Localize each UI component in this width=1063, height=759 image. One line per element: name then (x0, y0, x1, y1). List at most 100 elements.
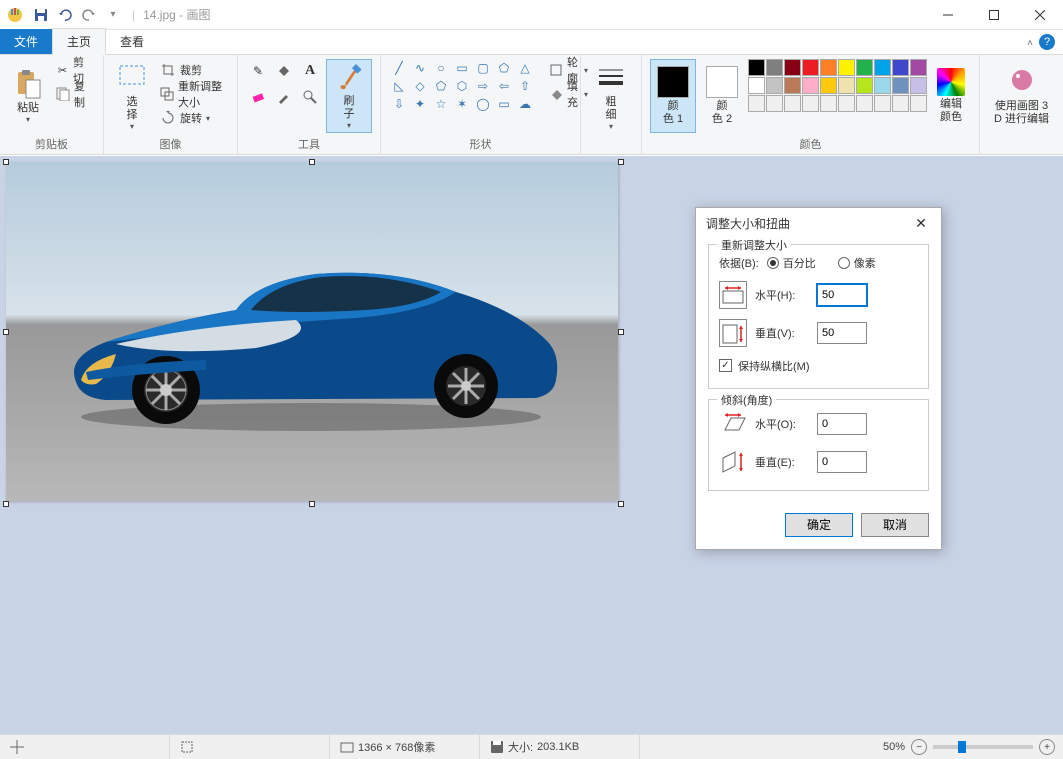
color-swatch[interactable] (874, 59, 891, 76)
resize-handle-e[interactable] (618, 329, 624, 335)
eraser-tool[interactable] (246, 85, 270, 109)
color-swatch[interactable] (784, 59, 801, 76)
zoom-thumb[interactable] (958, 741, 966, 753)
size-button[interactable]: 粗 细▾ (589, 59, 633, 133)
shape-roundrect[interactable]: ▢ (473, 59, 493, 76)
brush-button[interactable]: 刷 子▾ (326, 59, 372, 133)
color-swatch[interactable] (784, 95, 801, 112)
paint3d-button[interactable]: 使用画图 3 D 进行编辑 (988, 59, 1055, 133)
color-swatch[interactable] (820, 59, 837, 76)
color-swatch[interactable] (856, 77, 873, 94)
color-swatch[interactable] (748, 59, 765, 76)
color-swatch[interactable] (820, 77, 837, 94)
resize-button[interactable]: 重新调整大小 (156, 83, 229, 105)
save-icon[interactable] (30, 4, 52, 26)
rotate-button[interactable]: 旋转 ▾ (156, 107, 229, 129)
resize-handle-ne[interactable] (618, 159, 624, 165)
fill-tool[interactable] (272, 59, 296, 83)
canvas[interactable] (6, 162, 618, 501)
skew-vertical-input[interactable] (817, 451, 867, 473)
qat-customize-icon[interactable]: ▾ (102, 4, 124, 26)
tab-home[interactable]: 主页 (52, 28, 106, 55)
shape-6star[interactable]: ✶ (452, 95, 472, 112)
color-swatch[interactable] (766, 77, 783, 94)
color-swatch[interactable] (802, 59, 819, 76)
ok-button[interactable]: 确定 (785, 513, 853, 537)
color-swatch[interactable] (892, 95, 909, 112)
dialog-close-button[interactable]: ✕ (911, 213, 931, 233)
zoom-tool[interactable] (298, 85, 322, 109)
color-swatch[interactable] (802, 77, 819, 94)
shape-uarrow[interactable]: ⇧ (515, 77, 535, 94)
shape-rarrow[interactable]: ⇨ (473, 77, 493, 94)
color-swatch[interactable] (838, 59, 855, 76)
shape-callout-rect[interactable]: ▭ (494, 95, 514, 112)
pencil-tool[interactable]: ✎ (246, 59, 270, 83)
resize-handle-sw[interactable] (3, 501, 9, 507)
paste-button[interactable]: 粘贴▾ (8, 59, 48, 133)
redo-icon[interactable] (78, 4, 100, 26)
shape-5star[interactable]: ☆ (431, 95, 451, 112)
vertical-input[interactable] (817, 322, 867, 344)
select-button[interactable]: 选 择▾ (112, 59, 152, 133)
color-swatch[interactable] (748, 77, 765, 94)
skew-horizontal-input[interactable] (817, 413, 867, 435)
shape-rect[interactable]: ▭ (452, 59, 472, 76)
resize-handle-w[interactable] (3, 329, 9, 335)
copy-button[interactable]: 复制 (52, 83, 95, 105)
zoom-out-button[interactable]: − (911, 739, 927, 755)
radio-percent[interactable]: 百分比 (767, 255, 816, 271)
dialog-titlebar[interactable]: 调整大小和扭曲 ✕ (696, 208, 941, 238)
help-icon[interactable]: ? (1039, 34, 1055, 50)
color-swatch[interactable] (910, 77, 927, 94)
color-swatch[interactable] (766, 59, 783, 76)
cancel-button[interactable]: 取消 (861, 513, 929, 537)
color-swatch[interactable] (784, 77, 801, 94)
tab-view[interactable]: 查看 (106, 29, 158, 54)
color-swatch[interactable] (766, 95, 783, 112)
shape-curve[interactable]: ∿ (410, 59, 430, 76)
shape-diamond[interactable]: ◇ (410, 77, 430, 94)
tab-file[interactable]: 文件 (0, 29, 52, 54)
collapse-ribbon-icon[interactable]: ˄ (1027, 38, 1033, 49)
color-swatch[interactable] (892, 59, 909, 76)
resize-handle-se[interactable] (618, 501, 624, 507)
shape-4star[interactable]: ✦ (410, 95, 430, 112)
picker-tool[interactable] (272, 85, 296, 109)
color1-button[interactable]: 颜 色 1 (650, 59, 696, 133)
color-swatch[interactable] (910, 95, 927, 112)
resize-handle-s[interactable] (309, 501, 315, 507)
edit-colors-button[interactable]: 编辑 颜色 (931, 59, 971, 133)
resize-handle-n[interactable] (309, 159, 315, 165)
shape-triangle[interactable]: △ (515, 59, 535, 76)
shape-darrow[interactable]: ⇩ (389, 95, 409, 112)
shape-hexagon[interactable]: ⬡ (452, 77, 472, 94)
color-swatch[interactable] (892, 77, 909, 94)
horizontal-input[interactable] (817, 284, 867, 306)
shape-callout-round[interactable]: ◯ (473, 95, 493, 112)
color-swatch[interactable] (874, 95, 891, 112)
color-swatch[interactable] (802, 95, 819, 112)
shape-callout-cloud[interactable]: ☁ (515, 95, 535, 112)
shapes-gallery[interactable]: ╱ ∿ ○ ▭ ▢ ⬠ △ ◺ ◇ ⬠ ⬡ ⇨ ⇦ ⇧ ⇩ ✦ ☆ ✶ ◯ ▭ (389, 59, 535, 112)
undo-icon[interactable] (54, 4, 76, 26)
color2-button[interactable]: 颜 色 2 (700, 59, 744, 133)
zoom-in-button[interactable]: + (1039, 739, 1055, 755)
color-swatch[interactable] (838, 95, 855, 112)
maximize-button[interactable] (971, 0, 1017, 30)
shape-polygon[interactable]: ⬠ (494, 59, 514, 76)
close-button[interactable] (1017, 0, 1063, 30)
shape-rtriangle[interactable]: ◺ (389, 77, 409, 94)
shape-larrow[interactable]: ⇦ (494, 77, 514, 94)
shape-line[interactable]: ╱ (389, 59, 409, 76)
resize-handle-nw[interactable] (3, 159, 9, 165)
shape-oval[interactable]: ○ (431, 59, 451, 76)
radio-pixels[interactable]: 像素 (838, 255, 876, 271)
minimize-button[interactable] (925, 0, 971, 30)
color-swatch[interactable] (748, 95, 765, 112)
color-swatch[interactable] (838, 77, 855, 94)
zoom-slider[interactable] (933, 745, 1033, 749)
keep-ratio-checkbox[interactable]: ✓保持纵横比(M) (719, 358, 810, 374)
color-swatch[interactable] (856, 95, 873, 112)
color-swatch[interactable] (820, 95, 837, 112)
